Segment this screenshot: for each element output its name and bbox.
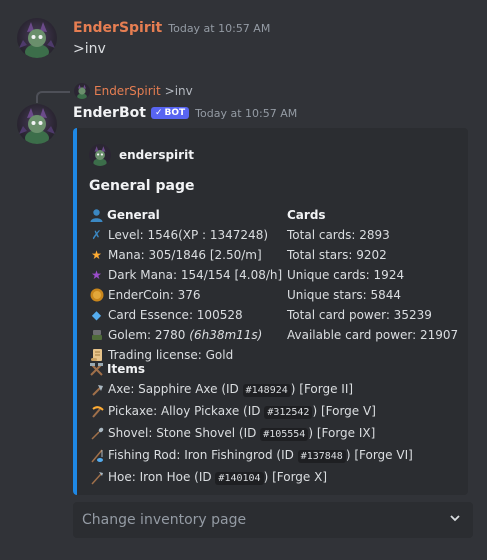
reply-reference[interactable]: EnderSpirit >inv: [74, 83, 193, 99]
check-icon: ✓: [154, 108, 163, 118]
pickaxe-row: Pickaxe: Alloy Pickaxe (ID #312542) [For…: [89, 401, 413, 423]
axe-id: #148924: [242, 384, 291, 397]
shovel-icon: [89, 427, 104, 442]
bot-badge: ✓ BOT: [150, 107, 190, 119]
endercoin-row: EnderCoin: 376: [89, 285, 282, 305]
golem-icon: [89, 328, 104, 343]
card-essence-value: Card Essence: 100528: [108, 308, 243, 322]
axe-row: Axe: Sapphire Axe (ID #148924) [Forge II…: [89, 379, 413, 401]
golem-value: Golem: 2780: [108, 328, 190, 342]
star-icon: ★: [91, 248, 102, 262]
inventory-embed: enderspirit General page General ✗ Level…: [73, 128, 468, 495]
hoe-id: #140104: [215, 472, 264, 485]
cards-field-title: Cards: [287, 208, 326, 222]
pickaxe-id: #312542: [264, 406, 313, 419]
general-field: General ✗ Level: 1546(XP : 1347248) ★ Ma…: [89, 205, 282, 365]
card-essence-row: ◆ Card Essence: 100528: [89, 305, 282, 325]
coin-icon: [89, 288, 104, 303]
general-field-header: General: [89, 205, 282, 225]
embed-author: enderspirit: [89, 144, 194, 166]
total-card-power: Total card power: 35239: [287, 308, 432, 322]
bot-name[interactable]: EnderBot: [73, 105, 146, 121]
items-field-header: Items: [89, 359, 413, 379]
reply-connector: [36, 91, 70, 103]
reply-avatar: [74, 83, 90, 99]
mana-value: Mana: 305/1846 [2.50/m]: [108, 248, 262, 262]
select-placeholder: Change inventory page: [82, 512, 247, 528]
user-avatar[interactable]: [17, 18, 57, 58]
pickaxe-icon: [89, 405, 104, 420]
items-field: Items Axe: Sapphire Axe (ID #148924) [Fo…: [89, 359, 413, 489]
chevron-down-icon: [449, 512, 461, 528]
mana-row: ★ Mana: 305/1846 [2.50/m]: [89, 245, 282, 265]
person-icon: [89, 208, 104, 223]
bot-message-header: EnderBot ✓ BOT Today at 10:57 AM: [73, 105, 297, 121]
shovel-id: #105554: [260, 428, 309, 441]
golem-row: Golem: 2780 (6h38m11s): [89, 325, 282, 345]
golem-time: (6h38m11s): [189, 328, 263, 342]
available-card-power: Available card power: 21907: [287, 328, 459, 342]
inventory-page-select[interactable]: Change inventory page: [73, 502, 473, 538]
fishing-rod-icon: [89, 449, 104, 464]
embed-author-avatar: [89, 144, 111, 166]
diamond-icon: ◆: [91, 308, 102, 322]
message-timestamp: Today at 10:57 AM: [195, 106, 298, 120]
embed-title: General page: [89, 178, 195, 194]
level-row: ✗ Level: 1546(XP : 1347248): [89, 225, 282, 245]
fishing-rod-id: #137848: [297, 450, 346, 463]
dna-icon: ✗: [91, 228, 102, 242]
unique-stars: Unique stars: 5844: [287, 288, 402, 302]
dark-mana-row: ★ Dark Mana: 154/154 [4.08/h]: [89, 265, 282, 285]
general-field-title: General: [107, 208, 160, 222]
axe-icon: [89, 383, 104, 398]
author-name[interactable]: EnderSpirit: [73, 20, 162, 36]
unique-cards: Unique cards: 1924: [287, 268, 405, 282]
endercoin-value: EnderCoin: 376: [108, 288, 201, 302]
bot-tag-label: BOT: [164, 108, 186, 118]
hoe-icon: [89, 471, 104, 486]
reply-content[interactable]: >inv: [165, 84, 193, 98]
total-stars: Total stars: 9202: [287, 248, 387, 262]
embed-author-name: enderspirit: [119, 148, 194, 162]
dark-mana-value: Dark Mana: 154/154 [4.08/h]: [108, 268, 283, 282]
fishing-rod-row: Fishing Rod: Iron Fishingrod (ID #137848…: [89, 445, 413, 467]
items-field-title: Items: [107, 362, 145, 376]
hoe-row: Hoe: Iron Hoe (ID #140104) [Forge X]: [89, 467, 413, 489]
hammer-pick-icon: [89, 362, 104, 377]
message-content: >inv: [73, 41, 106, 57]
purple-star-icon: ★: [91, 268, 102, 282]
total-cards: Total cards: 2893: [287, 228, 390, 242]
bot-avatar[interactable]: [17, 104, 57, 144]
reply-author[interactable]: EnderSpirit: [94, 84, 161, 98]
message-timestamp: Today at 10:57 AM: [168, 22, 271, 35]
cards-field: Cards Total cards: 2893 Total stars: 920…: [287, 205, 458, 345]
message-header: EnderSpirit Today at 10:57 AM: [73, 20, 270, 36]
level-value: Level: 1546(XP : 1347248): [108, 228, 269, 242]
shovel-row: Shovel: Stone Shovel (ID #105554) [Forge…: [89, 423, 413, 445]
